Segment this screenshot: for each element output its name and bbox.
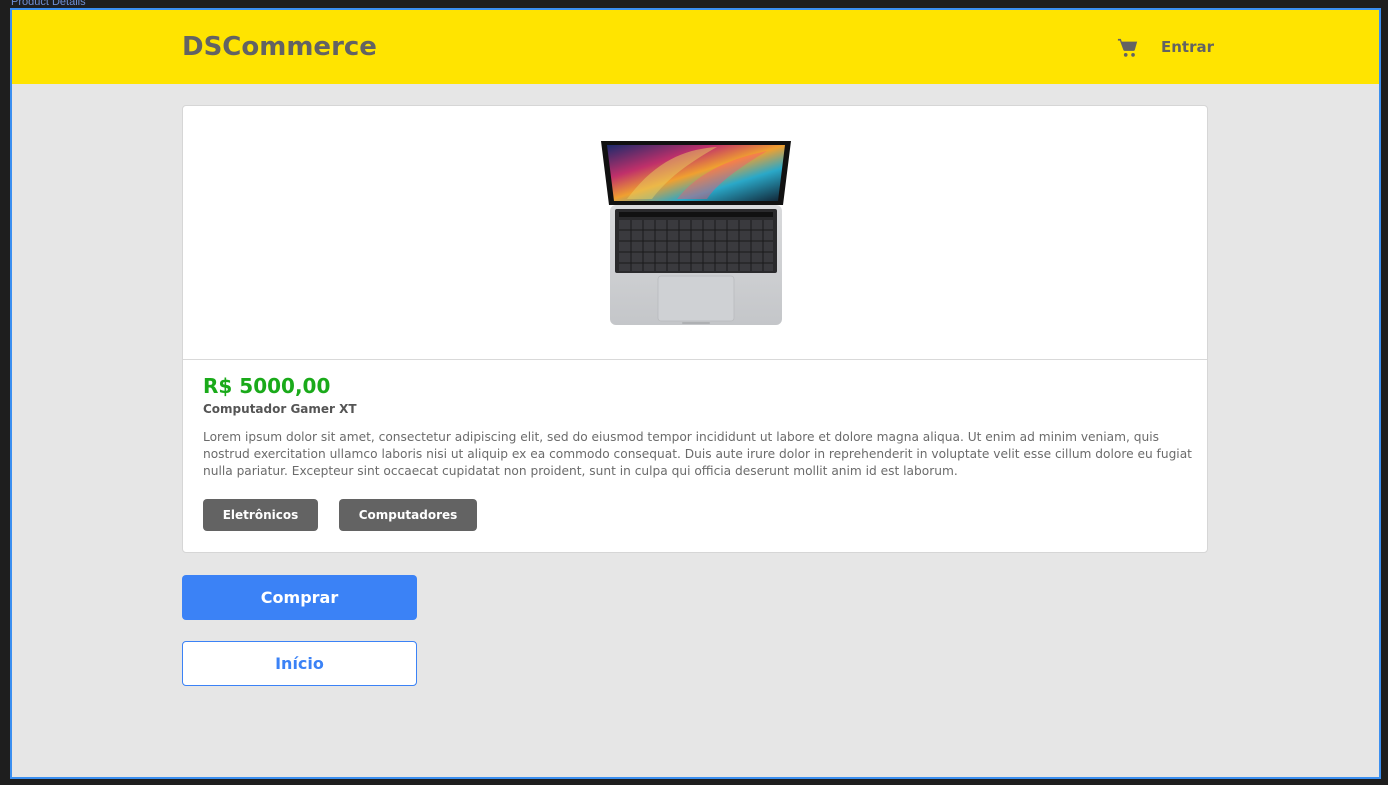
product-image-area bbox=[183, 106, 1207, 360]
brand-logo[interactable]: DSCommerce bbox=[182, 32, 377, 62]
category-tag: Eletrônicos bbox=[203, 499, 318, 531]
header: DSCommerce Entrar bbox=[12, 10, 1379, 84]
laptop-image bbox=[601, 141, 791, 325]
product-details-frame: DSCommerce Entrar R$ 5000,00 Computador … bbox=[10, 8, 1381, 779]
frame-label: Product Details bbox=[11, 0, 86, 8]
product-name: Computador Gamer XT bbox=[203, 402, 357, 416]
cart-icon[interactable] bbox=[1117, 37, 1139, 59]
buy-button[interactable]: Comprar bbox=[182, 575, 417, 620]
login-link[interactable]: Entrar bbox=[1161, 38, 1214, 56]
category-tag: Computadores bbox=[339, 499, 477, 531]
product-description: Lorem ipsum dolor sit amet, consectetur … bbox=[203, 430, 1192, 478]
home-button[interactable]: Início bbox=[182, 641, 417, 686]
product-card: R$ 5000,00 Computador Gamer XT Lorem ips… bbox=[182, 105, 1208, 553]
product-price: R$ 5000,00 bbox=[203, 374, 331, 398]
